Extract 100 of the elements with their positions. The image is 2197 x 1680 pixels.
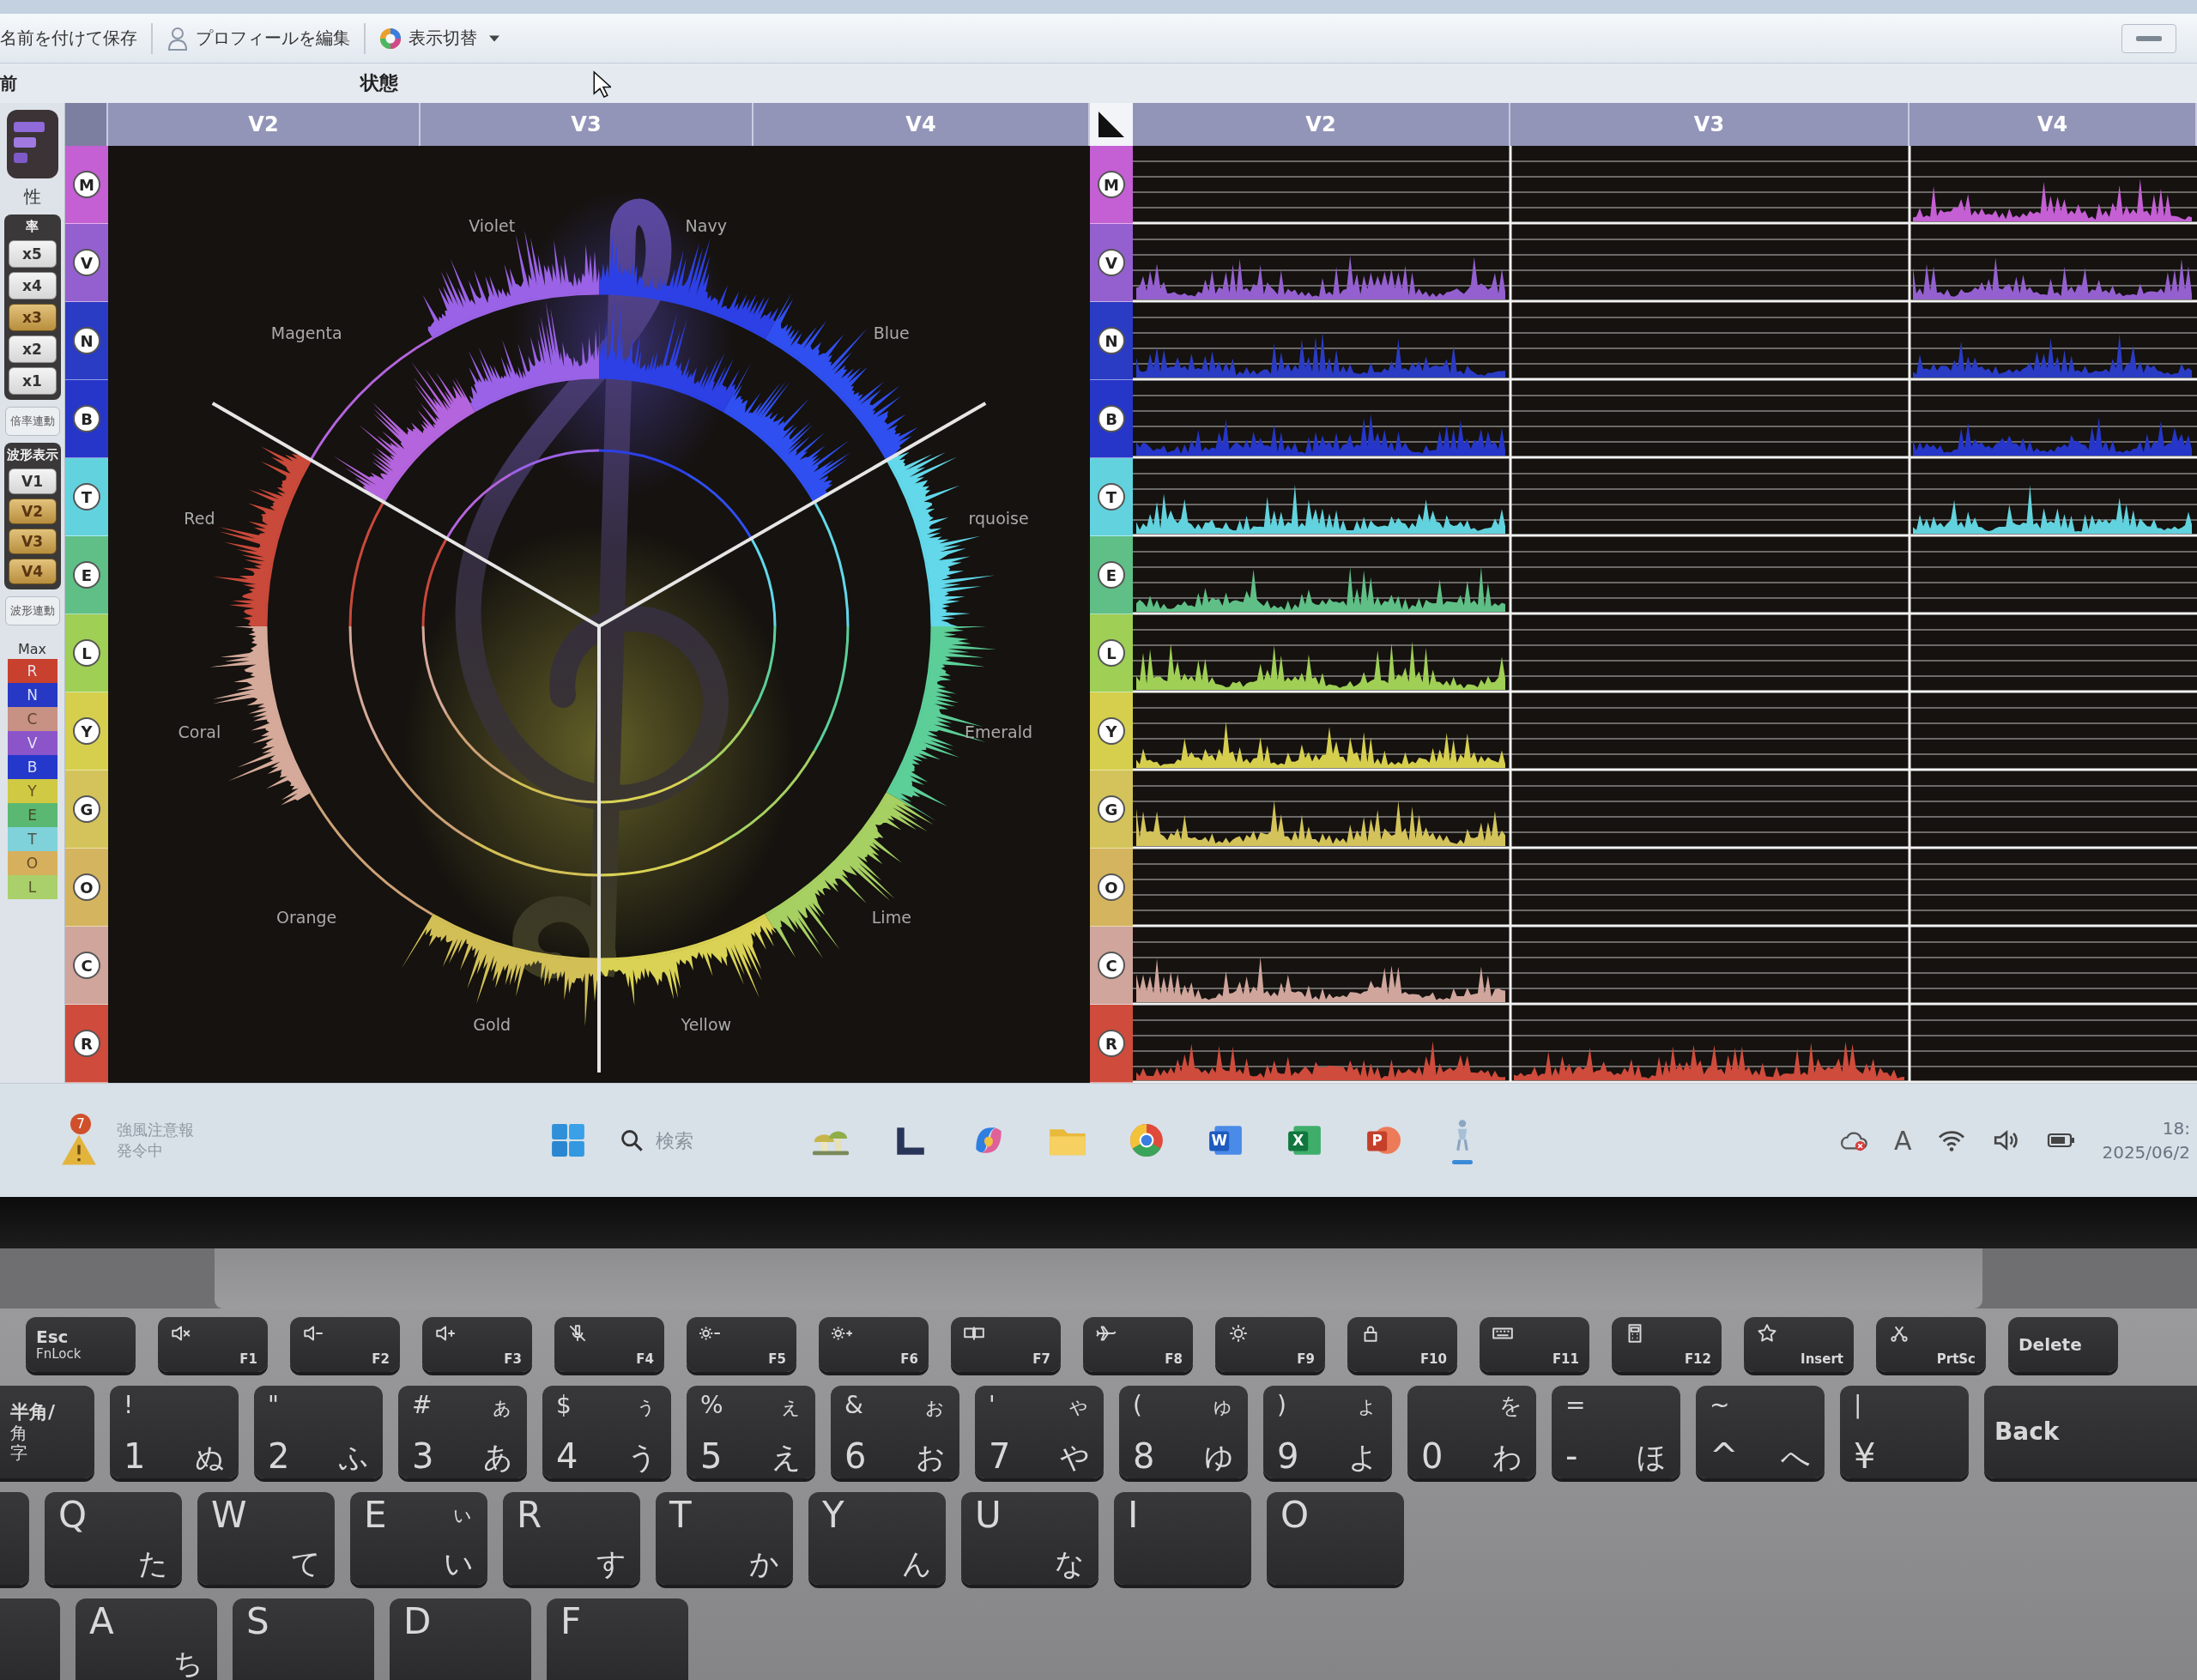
channel-letter: Y [73, 717, 100, 745]
sector-label: Orange [276, 908, 337, 928]
channel-letter: G [1098, 795, 1125, 823]
toolbar-button[interactable]: 表示切替 [366, 18, 513, 58]
sector-label: Yellow [681, 1015, 732, 1035]
channel-tab[interactable]: N [65, 302, 108, 380]
legend-item: T [7, 827, 57, 851]
legend-item: O [7, 851, 57, 875]
channel-tab[interactable]: V [65, 224, 108, 302]
zoom-option[interactable]: x4 [8, 272, 57, 299]
toolbar-button[interactable]: プロフィールを編集 [153, 18, 364, 58]
channel-tab[interactable]: T [65, 458, 108, 536]
channel-letter: G [73, 795, 100, 823]
sync-button[interactable]: 倍率連動 [4, 407, 60, 436]
sector-label: Navy [685, 215, 727, 235]
channel-letter: E [1098, 561, 1125, 589]
legend-item: N [7, 683, 57, 707]
channel-letter: M [1098, 171, 1125, 198]
toolbar-button[interactable]: 名前を付けて保存 [0, 18, 151, 58]
channel-letter: Y [1098, 717, 1125, 745]
channel-letter: V [1098, 249, 1125, 276]
input-mode-indicator[interactable]: A [1893, 1125, 1912, 1156]
search-field[interactable]: 検索 [654, 1121, 783, 1159]
sync-button[interactable]: 波形連動 [4, 596, 60, 625]
zoom-option[interactable]: x3 [8, 304, 57, 331]
legend-item: B [7, 755, 57, 779]
channel-tab[interactable]: Y [65, 692, 108, 771]
waveform-option[interactable]: V1 [8, 468, 57, 494]
keyboard-key[interactable]: D [390, 1598, 531, 1680]
count-badge: 7 [70, 1114, 91, 1134]
person-icon [166, 26, 189, 51]
channel-tab[interactable]: M [1090, 146, 1133, 224]
channel-tab[interactable]: B [65, 380, 108, 458]
channel-letter: C [73, 952, 100, 979]
channel-tab[interactable]: E [65, 536, 108, 614]
channel-letter: V [73, 249, 100, 276]
minimize-icon [2136, 35, 2162, 41]
sector-label: Gold [473, 1015, 511, 1035]
caret-icon [489, 34, 499, 42]
legend-item: V [7, 731, 57, 755]
channel-tab[interactable]: Y [1090, 692, 1133, 771]
filter-label: 性 [23, 185, 41, 208]
taskbar-app[interactable]: W [1198, 1110, 1253, 1170]
channel-letter: L [73, 639, 100, 667]
channel-tab[interactable]: E [1090, 536, 1133, 614]
color-wheel-icon [379, 26, 402, 51]
sector-label: Coral [178, 722, 221, 742]
legend-item: L [7, 875, 57, 899]
channel-tab[interactable]: N [1090, 302, 1133, 380]
channel-tab[interactable]: G [1090, 771, 1133, 849]
sector-label: Magenta [270, 323, 342, 342]
channel-tab[interactable]: O [65, 849, 108, 927]
sector-label: Emerald [965, 722, 1033, 742]
waveform-option[interactable]: V4 [8, 559, 57, 584]
channel-tab[interactable]: R [65, 1005, 108, 1083]
waveform-option[interactable]: V3 [8, 529, 57, 554]
channel-letter: E [73, 561, 100, 589]
minimize-button[interactable] [2121, 23, 2176, 53]
zoom-option[interactable]: x1 [8, 367, 57, 395]
channel-tab[interactable]: V [1090, 224, 1133, 302]
wifi-icon[interactable] [1937, 1128, 1967, 1152]
channel-letter: T [73, 483, 100, 511]
legend-item: R [7, 659, 57, 683]
keyboard-key[interactable]: F [547, 1598, 688, 1680]
group-title: 波形表示 [6, 446, 58, 464]
legend-item: E [7, 803, 57, 827]
channel-tab[interactable]: L [65, 614, 108, 692]
channel-tab[interactable]: C [1090, 927, 1133, 1005]
channel-tab[interactable]: B [1090, 380, 1133, 458]
zoom-option[interactable]: x2 [8, 335, 57, 363]
channel-letter: C [1098, 952, 1125, 979]
waveform-option[interactable]: V2 [8, 499, 57, 524]
channel-tab[interactable]: G [65, 771, 108, 849]
channel-letter: M [73, 171, 100, 198]
zoom-option[interactable]: x5 [8, 240, 57, 268]
channel-letter: N [1098, 327, 1125, 354]
channel-tab[interactable]: R [1090, 1005, 1133, 1083]
keyboard-key[interactable]: A ち [76, 1598, 217, 1680]
channel-letter: L [1098, 639, 1125, 667]
channel-letter: R [73, 1030, 100, 1057]
keyboard-key[interactable]: S [233, 1598, 374, 1680]
channel-tab[interactable]: O [1090, 849, 1133, 927]
channel-letter: N [73, 327, 100, 354]
tile-icon [6, 110, 58, 178]
sector-label: Violet [469, 215, 516, 235]
taskbar-app[interactable]: P [1356, 1110, 1411, 1170]
channel-tab[interactable]: T [1090, 458, 1133, 536]
section-title: 状態 [360, 71, 398, 95]
group-title: 率 [26, 218, 39, 236]
channel-letter: B [1098, 405, 1125, 432]
sector-label: Blue [873, 323, 910, 342]
channel-tab[interactable]: C [65, 927, 108, 1005]
weather-widget[interactable]: 7 強風注意報 発令中 [60, 1110, 541, 1170]
channel-tab[interactable]: M [65, 146, 108, 224]
channel-letter: T [1098, 483, 1125, 511]
channel-tab[interactable]: L [1090, 614, 1133, 692]
taskbar-app[interactable]: X [1277, 1110, 1332, 1170]
cursor-icon [592, 70, 611, 99]
legend-title: Max [17, 641, 47, 657]
clock[interactable]: 18: 2025/06/2 [2102, 1116, 2190, 1164]
